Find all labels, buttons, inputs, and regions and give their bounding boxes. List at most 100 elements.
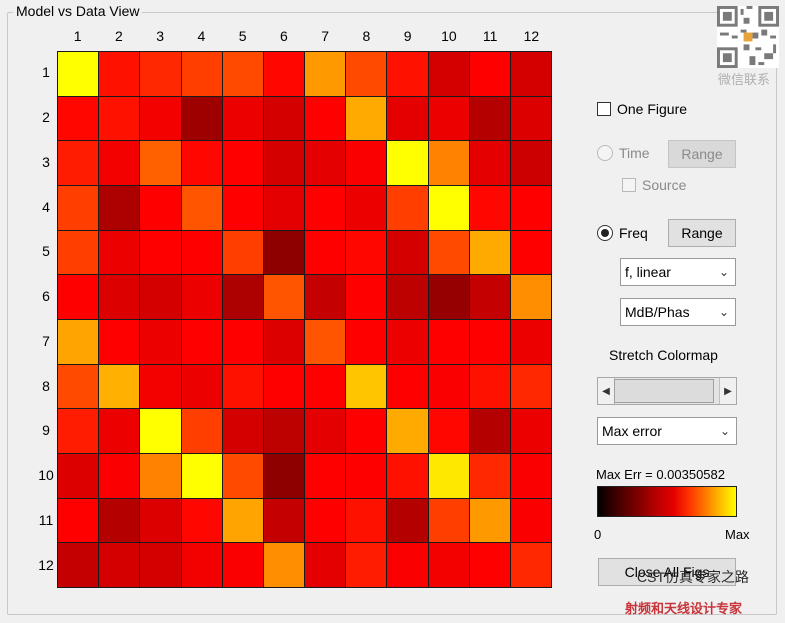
stretch-colormap-slider[interactable]: ◀ ▶ — [597, 377, 737, 405]
error-type-select[interactable]: Max error ⌄ — [597, 417, 737, 445]
matrix-cell-12-4[interactable] — [181, 543, 222, 587]
matrix-cell-5-6[interactable] — [263, 230, 304, 275]
matrix-cell-10-7[interactable] — [305, 454, 346, 498]
matrix-cell-9-6[interactable] — [263, 409, 304, 453]
matrix-cell-6-7[interactable] — [305, 275, 346, 319]
matrix-cell-2-7[interactable] — [305, 96, 346, 141]
matrix-cell-10-10[interactable] — [428, 454, 469, 498]
matrix-cell-8-8[interactable] — [346, 364, 387, 409]
matrix-cell-11-1[interactable] — [58, 498, 99, 543]
time-range-button[interactable]: Range — [668, 140, 736, 168]
checkbox-box[interactable] — [622, 178, 636, 192]
matrix-cell-5-11[interactable] — [469, 230, 510, 275]
source-checkbox[interactable]: Source — [622, 177, 686, 193]
matrix-cell-5-12[interactable] — [510, 230, 551, 275]
matrix-cell-6-5[interactable] — [222, 275, 263, 319]
matrix-cell-5-1[interactable] — [58, 230, 99, 275]
one-figure-checkbox[interactable]: One Figure — [597, 101, 687, 117]
matrix-cell-8-7[interactable] — [305, 364, 346, 409]
radio-dot[interactable] — [597, 145, 613, 161]
matrix-cell-3-6[interactable] — [263, 141, 304, 185]
matrix-cell-4-7[interactable] — [305, 186, 346, 230]
matrix-cell-2-1[interactable] — [58, 96, 99, 141]
scroll-right-icon[interactable]: ▶ — [719, 378, 736, 404]
matrix-cell-5-10[interactable] — [428, 230, 469, 275]
freq-range-button[interactable]: Range — [668, 219, 736, 247]
matrix-cell-6-12[interactable] — [510, 275, 551, 319]
matrix-cell-11-7[interactable] — [305, 498, 346, 543]
matrix-cell-8-5[interactable] — [222, 364, 263, 409]
matrix-cell-11-3[interactable] — [140, 498, 181, 543]
matrix-cell-1-5[interactable] — [222, 52, 263, 96]
matrix-cell-7-6[interactable] — [263, 320, 304, 364]
matrix-cell-4-4[interactable] — [181, 186, 222, 230]
chevron-down-icon[interactable]: ⌄ — [714, 418, 736, 444]
matrix-cell-7-8[interactable] — [346, 320, 387, 364]
matrix-cell-7-1[interactable] — [58, 320, 99, 364]
matrix-cell-5-5[interactable] — [222, 230, 263, 275]
matrix-cell-11-11[interactable] — [469, 498, 510, 543]
matrix-cell-11-6[interactable] — [263, 498, 304, 543]
matrix-cell-3-9[interactable] — [387, 141, 428, 185]
matrix-cell-12-12[interactable] — [510, 543, 551, 587]
error-matrix-heatmap[interactable] — [57, 51, 552, 588]
matrix-cell-11-2[interactable] — [99, 498, 140, 543]
matrix-cell-4-11[interactable] — [469, 186, 510, 230]
matrix-cell-8-1[interactable] — [58, 364, 99, 409]
matrix-cell-9-4[interactable] — [181, 409, 222, 453]
matrix-cell-12-10[interactable] — [428, 543, 469, 587]
matrix-cell-4-12[interactable] — [510, 186, 551, 230]
matrix-cell-4-9[interactable] — [387, 186, 428, 230]
radio-dot[interactable] — [597, 225, 613, 241]
matrix-cell-3-7[interactable] — [305, 141, 346, 185]
matrix-cell-4-8[interactable] — [346, 186, 387, 230]
matrix-cell-12-7[interactable] — [305, 543, 346, 587]
matrix-cell-2-3[interactable] — [140, 96, 181, 141]
matrix-cell-4-5[interactable] — [222, 186, 263, 230]
matrix-cell-12-5[interactable] — [222, 543, 263, 587]
matrix-cell-9-9[interactable] — [387, 409, 428, 453]
matrix-cell-1-12[interactable] — [510, 52, 551, 96]
chevron-down-icon[interactable]: ⌄ — [713, 299, 735, 325]
matrix-cell-6-2[interactable] — [99, 275, 140, 319]
matrix-cell-8-6[interactable] — [263, 364, 304, 409]
matrix-cell-5-7[interactable] — [305, 230, 346, 275]
matrix-cell-5-8[interactable] — [346, 230, 387, 275]
scroll-left-icon[interactable]: ◀ — [598, 378, 615, 404]
matrix-cell-2-2[interactable] — [99, 96, 140, 141]
matrix-cell-10-5[interactable] — [222, 454, 263, 498]
matrix-cell-4-1[interactable] — [58, 186, 99, 230]
matrix-cell-7-4[interactable] — [181, 320, 222, 364]
matrix-cell-10-11[interactable] — [469, 454, 510, 498]
matrix-cell-7-10[interactable] — [428, 320, 469, 364]
matrix-cell-1-7[interactable] — [305, 52, 346, 96]
matrix-cell-3-3[interactable] — [140, 141, 181, 185]
matrix-cell-5-3[interactable] — [140, 230, 181, 275]
matrix-cell-7-5[interactable] — [222, 320, 263, 364]
matrix-cell-2-5[interactable] — [222, 96, 263, 141]
matrix-cell-3-12[interactable] — [510, 141, 551, 185]
matrix-cell-11-8[interactable] — [346, 498, 387, 543]
matrix-cell-6-4[interactable] — [181, 275, 222, 319]
matrix-cell-8-4[interactable] — [181, 364, 222, 409]
matrix-cell-12-2[interactable] — [99, 543, 140, 587]
freq-radio[interactable]: Freq — [597, 225, 648, 241]
matrix-cell-3-10[interactable] — [428, 141, 469, 185]
matrix-cell-10-4[interactable] — [181, 454, 222, 498]
matrix-cell-9-12[interactable] — [510, 409, 551, 453]
matrix-cell-8-11[interactable] — [469, 364, 510, 409]
matrix-cell-9-10[interactable] — [428, 409, 469, 453]
matrix-cell-2-10[interactable] — [428, 96, 469, 141]
matrix-cell-12-8[interactable] — [346, 543, 387, 587]
matrix-cell-9-11[interactable] — [469, 409, 510, 453]
matrix-cell-4-6[interactable] — [263, 186, 304, 230]
matrix-cell-9-8[interactable] — [346, 409, 387, 453]
matrix-cell-4-10[interactable] — [428, 186, 469, 230]
matrix-cell-11-4[interactable] — [181, 498, 222, 543]
matrix-cell-10-9[interactable] — [387, 454, 428, 498]
matrix-cell-11-10[interactable] — [428, 498, 469, 543]
matrix-cell-8-12[interactable] — [510, 364, 551, 409]
matrix-cell-5-9[interactable] — [387, 230, 428, 275]
matrix-cell-10-12[interactable] — [510, 454, 551, 498]
matrix-cell-1-2[interactable] — [99, 52, 140, 96]
